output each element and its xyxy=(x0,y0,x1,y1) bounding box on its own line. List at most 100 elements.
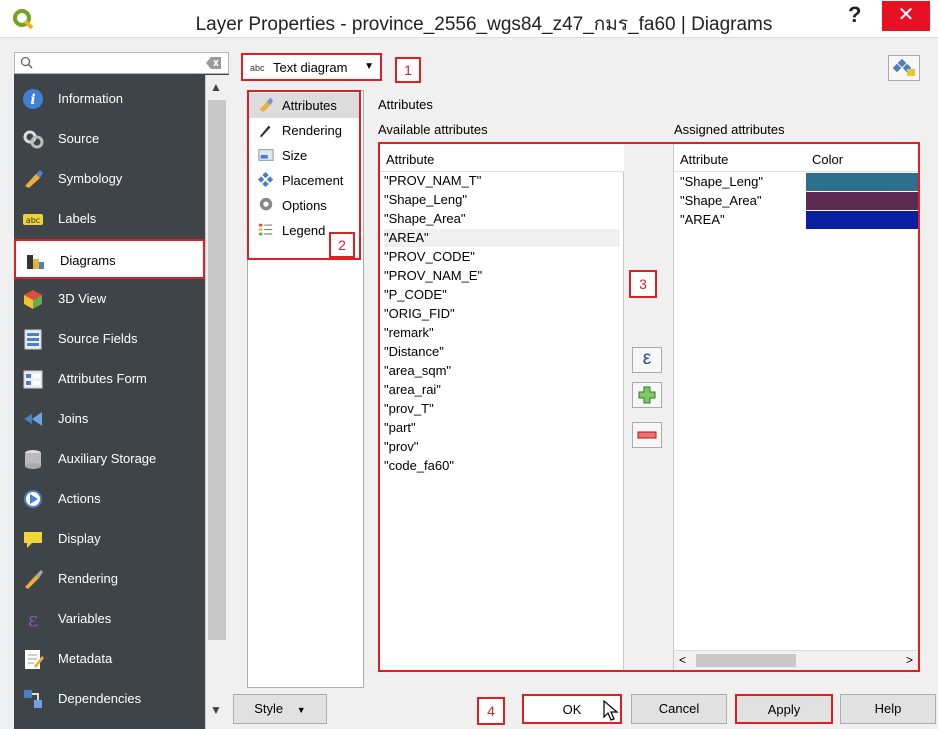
sidebar-item-label: Variables xyxy=(58,611,112,626)
pen-icon xyxy=(259,125,271,138)
text-diagram-icon: abc xyxy=(250,63,265,73)
mouse-cursor-icon xyxy=(603,700,619,721)
attributes-icon xyxy=(259,97,274,113)
section-attributes[interactable]: Attributes xyxy=(249,93,359,118)
sidebar-item-label: Actions xyxy=(58,491,101,506)
section-label: Size xyxy=(282,148,308,163)
search-icon xyxy=(20,56,33,69)
available-attributes-heading: Available attributes xyxy=(378,122,488,137)
close-button[interactable]: ✕ xyxy=(882,1,930,31)
fields-icon xyxy=(24,329,42,350)
info-icon: i xyxy=(23,89,43,109)
actions-icon xyxy=(24,490,42,508)
sidebar-item-label: Source xyxy=(58,131,100,146)
diagrams-icon xyxy=(27,255,44,269)
sidebar-item-display[interactable]: Display xyxy=(14,519,205,559)
sidebar-item-variables[interactable]: ε Variables xyxy=(14,599,205,639)
sidebar-scroll-thumb[interactable] xyxy=(208,100,226,640)
help-question-icon[interactable]: ? xyxy=(848,2,861,28)
sidebar-item-label: 3D View xyxy=(58,291,107,306)
svg-text:i: i xyxy=(30,92,35,108)
sidebar-item-label: Source Fields xyxy=(58,331,138,346)
chevron-down-icon: ▼ xyxy=(296,705,306,715)
size-icon xyxy=(258,149,274,161)
sidebar-item-dependencies[interactable]: Dependencies xyxy=(14,679,205,719)
clear-search-icon[interactable] xyxy=(206,56,222,70)
section-placement[interactable]: Placement xyxy=(249,168,359,193)
section-rendering[interactable]: Rendering xyxy=(249,118,359,143)
database-icon xyxy=(25,450,41,469)
section-options[interactable]: Options xyxy=(249,193,359,218)
sidebar-item-label: Dependencies xyxy=(58,691,142,706)
title-bar: Layer Properties - province_2556_wgs84_z… xyxy=(0,0,938,38)
diagram-type-value: Text diagram xyxy=(273,60,348,75)
section-label: Placement xyxy=(282,173,344,188)
diagram-type-select[interactable]: abc Text diagram ▼ xyxy=(241,53,382,81)
sidebar-item-actions[interactable]: Actions xyxy=(14,479,205,519)
sidebar-item-source[interactable]: Source xyxy=(14,119,205,159)
brush-icon xyxy=(25,570,43,589)
ok-button-label: OK xyxy=(562,702,582,717)
sidebar-item-symbology[interactable]: Symbology xyxy=(14,159,205,199)
sidebar-item-label: Metadata xyxy=(58,651,113,666)
sidebar-item-label: Attributes Form xyxy=(58,371,147,386)
apply-button[interactable]: Apply xyxy=(735,694,833,724)
svg-text:ε: ε xyxy=(28,608,38,630)
style-button[interactable]: Style ▼ xyxy=(233,694,327,724)
annotation-2: 2 xyxy=(329,232,355,258)
placement-icon xyxy=(257,172,274,188)
sidebar-item-diagrams[interactable]: Diagrams xyxy=(14,239,205,279)
section-label: Legend xyxy=(282,223,326,238)
attributes-heading: Attributes xyxy=(378,97,433,112)
sidebar-item-label: Joins xyxy=(58,411,89,426)
sidebar-item-rendering[interactable]: Rendering xyxy=(14,559,205,599)
sidebar-item-label: Labels xyxy=(58,211,97,226)
sidebar-item-label: Diagrams xyxy=(60,253,116,268)
sidebar-item-label: Rendering xyxy=(58,571,118,586)
sidebar-item-information[interactable]: i Information xyxy=(14,79,205,119)
symbology-icon xyxy=(25,170,43,188)
assigned-attributes-heading: Assigned attributes xyxy=(674,122,785,137)
labels-icon: abc xyxy=(23,214,43,225)
metadata-icon xyxy=(25,650,44,669)
annotation-4: 4 xyxy=(477,697,505,725)
chevron-down-icon: ▼ xyxy=(364,61,374,72)
placement-settings-icon xyxy=(892,58,915,76)
sidebar-item-label: Information xyxy=(58,91,124,106)
section-label: Attributes xyxy=(282,98,337,113)
scroll-down-arrow-icon[interactable]: ▼ xyxy=(210,703,222,717)
sidebar-item-joins[interactable]: Joins xyxy=(14,399,205,439)
sidebar-item-labels[interactable]: abc Labels xyxy=(14,199,205,239)
section-label: Rendering xyxy=(282,123,342,138)
sidebar-item-3d-view[interactable]: 3D View xyxy=(14,279,205,319)
sidebar-item-label: Display xyxy=(58,531,101,546)
help-button[interactable]: Help xyxy=(840,694,936,724)
attributes-highlight-frame xyxy=(378,142,920,672)
window-title: Layer Properties - province_2556_wgs84_z… xyxy=(195,14,773,35)
style-button-label: Style xyxy=(254,701,284,716)
diagram-settings-button[interactable] xyxy=(888,55,920,81)
sidebar-item-label: Auxiliary Storage xyxy=(58,451,157,466)
form-icon xyxy=(23,370,43,389)
joins-icon xyxy=(24,412,42,426)
dependencies-icon xyxy=(24,690,42,708)
cancel-button[interactable]: Cancel xyxy=(631,694,727,724)
section-label: Options xyxy=(282,198,327,213)
annotation-1: 1 xyxy=(395,57,421,83)
scroll-up-arrow-icon[interactable]: ▲ xyxy=(210,80,222,94)
sidebar-item-auxiliary-storage[interactable]: Auxiliary Storage xyxy=(14,439,205,479)
section-size[interactable]: Size xyxy=(249,143,359,168)
source-icon xyxy=(23,130,44,149)
display-icon xyxy=(24,532,42,548)
sidebar-item-attributes-form[interactable]: Attributes Form xyxy=(14,359,205,399)
search-input[interactable] xyxy=(14,52,229,74)
sidebar-item-label: Symbology xyxy=(58,171,123,186)
svg-text:abc: abc xyxy=(26,216,40,225)
ok-button[interactable]: OK xyxy=(522,694,622,724)
legend-icon xyxy=(258,223,273,236)
options-icon xyxy=(259,197,273,211)
sidebar-item-source-fields[interactable]: Source Fields xyxy=(14,319,205,359)
cube-icon xyxy=(24,290,42,309)
sidebar-item-metadata[interactable]: Metadata xyxy=(14,639,205,679)
variables-icon: ε xyxy=(28,608,38,630)
